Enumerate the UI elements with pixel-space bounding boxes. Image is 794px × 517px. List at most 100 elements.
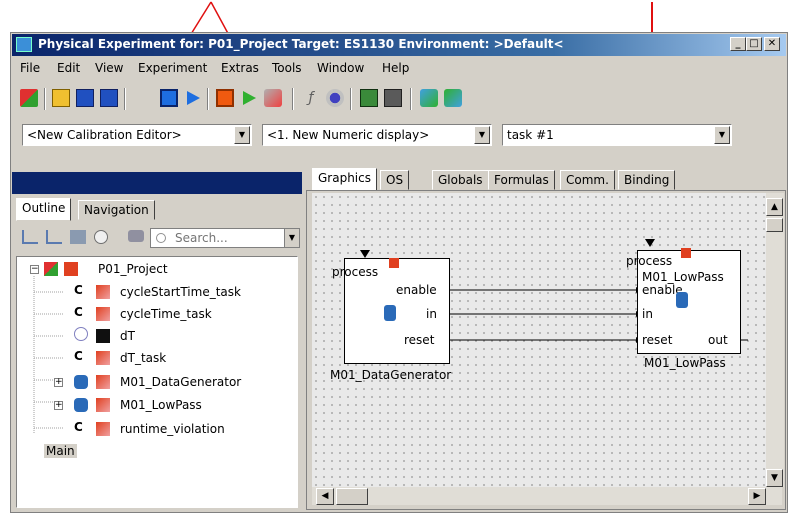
- circle-icon[interactable]: [94, 230, 108, 244]
- toolbar-separator: [292, 88, 294, 110]
- c-task-icon: C: [74, 420, 83, 434]
- chevron-down-icon[interactable]: ▼: [234, 126, 250, 144]
- expand-datagenerator-toggle[interactable]: +: [54, 378, 63, 387]
- minimize-button[interactable]: _: [730, 37, 746, 51]
- search-box[interactable]: ▼: [150, 228, 300, 248]
- tab-formulas[interactable]: Formulas: [488, 170, 555, 190]
- play-green-icon[interactable]: [240, 89, 258, 107]
- c-task-icon: C: [74, 305, 83, 319]
- red-block-icon: [96, 375, 110, 389]
- tab-navigation[interactable]: Navigation: [78, 200, 155, 220]
- toolbar-separator: [350, 88, 352, 110]
- toolbar-separator: [410, 88, 412, 110]
- vertical-scrollbar[interactable]: [766, 193, 784, 487]
- app-icon: [16, 37, 32, 52]
- task-select[interactable]: task #1 ▼: [502, 124, 732, 146]
- tree-flat-icon[interactable]: [46, 230, 62, 244]
- menu-view[interactable]: View: [95, 61, 123, 75]
- red-block-icon: [96, 307, 110, 321]
- tab-globals[interactable]: Globals: [432, 170, 489, 190]
- horizontal-scrollbar[interactable]: [312, 487, 782, 505]
- wave-icon[interactable]: [264, 89, 282, 107]
- block1-port-enable[interactable]: enable: [396, 283, 437, 297]
- chevron-down-icon[interactable]: ▼: [284, 229, 299, 247]
- save-all-icon[interactable]: [100, 89, 118, 107]
- menu-edit[interactable]: Edit: [57, 61, 80, 75]
- transfer-icon[interactable]: [420, 89, 438, 107]
- tab-os[interactable]: OS: [380, 170, 410, 190]
- maximize-button[interactable]: □: [746, 37, 762, 51]
- tree-item-runtime-violation[interactable]: runtime_violation: [120, 422, 225, 436]
- block1-task-icon: [389, 258, 399, 268]
- open-folder-icon[interactable]: [52, 89, 70, 107]
- block2-port-out[interactable]: out: [708, 333, 728, 347]
- stop-blue-icon[interactable]: [160, 89, 178, 107]
- timer-icon: [74, 327, 88, 341]
- tree-item-cycletime[interactable]: cycleTime_task: [120, 307, 212, 321]
- block2-name: M01_LowPass: [644, 356, 726, 370]
- block1-process-label: process: [332, 265, 379, 279]
- menu-file[interactable]: File: [20, 61, 40, 75]
- project-red-icon: [64, 262, 78, 276]
- menu-extras[interactable]: Extras: [221, 61, 259, 75]
- menu-tools[interactable]: Tools: [272, 61, 302, 75]
- formula-icon[interactable]: ƒ: [302, 89, 320, 107]
- block1-port-in[interactable]: in: [426, 307, 437, 321]
- task-value: task #1: [507, 128, 554, 142]
- scroll-right-button[interactable]: ▶: [748, 488, 766, 505]
- layout-icon[interactable]: [360, 89, 378, 107]
- tree-filter-icon[interactable]: [70, 230, 86, 244]
- binoculars-icon[interactable]: [128, 230, 144, 242]
- tree-footer-main[interactable]: Main: [44, 444, 77, 458]
- numeric-display-value: <1. New Numeric display>: [267, 128, 430, 142]
- search-input[interactable]: [175, 230, 275, 246]
- red-block-icon: [96, 398, 110, 412]
- grid-icon[interactable]: [384, 89, 402, 107]
- scroll-thumb-vertical[interactable]: [766, 218, 783, 232]
- block2-port-reset[interactable]: reset: [642, 333, 672, 347]
- tree-root-label[interactable]: P01_Project: [98, 262, 168, 276]
- menu-window[interactable]: Window: [317, 61, 364, 75]
- cube-icon[interactable]: [20, 89, 38, 107]
- calibration-editor-select[interactable]: <New Calibration Editor> ▼: [22, 124, 252, 146]
- menu-experiment[interactable]: Experiment: [138, 61, 207, 75]
- download-icon[interactable]: [444, 89, 462, 107]
- block2-process-label: process: [626, 254, 673, 268]
- block1-port-reset[interactable]: reset: [404, 333, 434, 347]
- tree-view-icon[interactable]: [22, 230, 38, 244]
- tab-comm[interactable]: Comm.: [560, 170, 615, 190]
- chevron-down-icon[interactable]: ▼: [474, 126, 490, 144]
- tab-outline[interactable]: Outline: [16, 198, 72, 221]
- scroll-down-button[interactable]: ▼: [766, 469, 783, 487]
- menu-help[interactable]: Help: [382, 61, 409, 75]
- tab-binding[interactable]: Binding: [618, 170, 676, 190]
- scroll-thumb-horizontal[interactable]: [336, 488, 368, 505]
- numeric-display-select[interactable]: <1. New Numeric display> ▼: [262, 124, 492, 146]
- collapse-root-toggle[interactable]: −: [30, 265, 39, 274]
- calibration-editor-value: <New Calibration Editor>: [27, 128, 182, 142]
- stop-red-icon[interactable]: [216, 89, 234, 107]
- red-block-icon: [96, 422, 110, 436]
- c-task-icon: C: [74, 283, 83, 297]
- scroll-left-button[interactable]: ◀: [316, 488, 334, 505]
- scroll-up-button[interactable]: ▲: [766, 198, 783, 216]
- tree-item-datagenerator[interactable]: M01_DataGenerator: [120, 375, 241, 389]
- save-icon[interactable]: [76, 89, 94, 107]
- tree-item-dt-task[interactable]: dT_task: [120, 351, 166, 365]
- close-button[interactable]: ✕: [764, 37, 780, 51]
- tree-item-lowpass[interactable]: M01_LowPass: [120, 398, 202, 412]
- project-cube-icon: [44, 262, 58, 276]
- block1-module-icon: [384, 305, 396, 321]
- tree-item-dt[interactable]: dT: [120, 329, 135, 343]
- gears-icon[interactable]: [326, 89, 344, 107]
- title-bar: Physical Experiment for: P01_Project Tar…: [12, 34, 786, 56]
- tree-item-cyclestarttime[interactable]: cycleStartTime_task: [120, 285, 241, 299]
- toolbar-separator: [124, 88, 126, 110]
- play-blue-icon[interactable]: [184, 89, 202, 107]
- expand-lowpass-toggle[interactable]: +: [54, 401, 63, 410]
- chevron-down-icon[interactable]: ▼: [714, 126, 730, 144]
- tab-graphics[interactable]: Graphics: [312, 168, 377, 191]
- search-icon: [156, 233, 166, 243]
- block2-port-in[interactable]: in: [642, 307, 653, 321]
- warning-triangle-icon: [96, 329, 110, 343]
